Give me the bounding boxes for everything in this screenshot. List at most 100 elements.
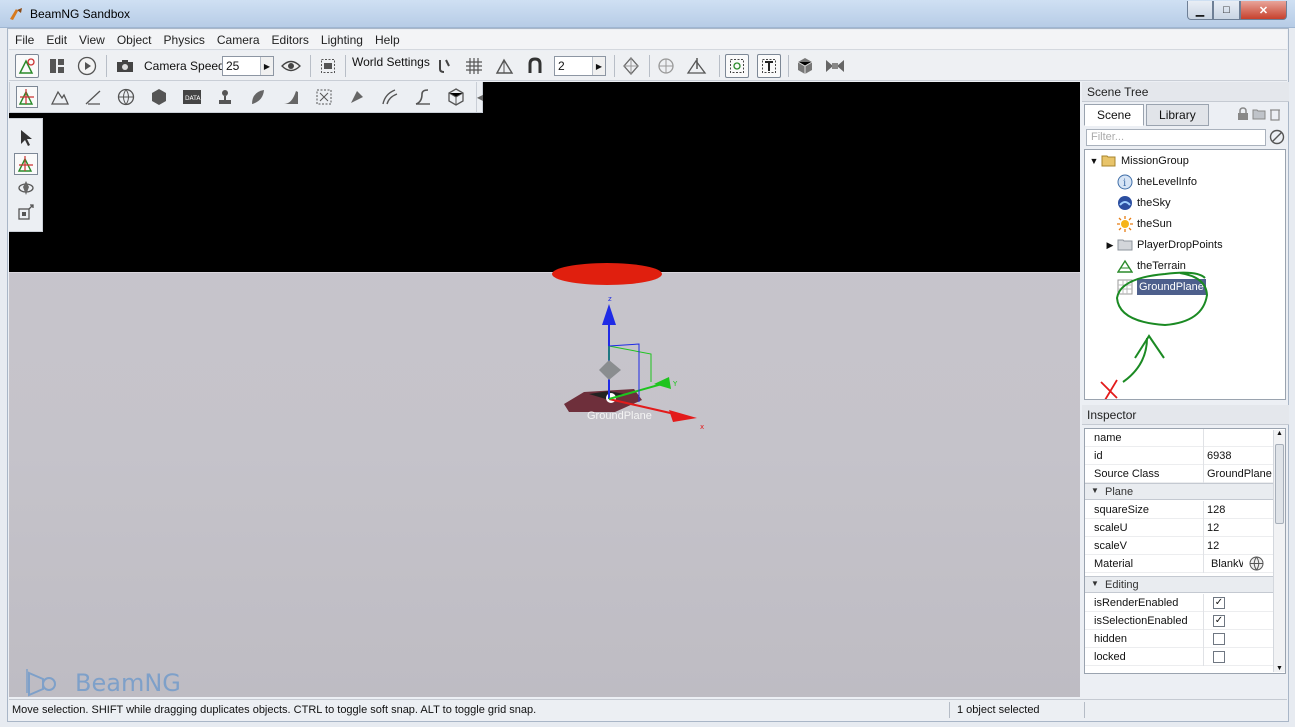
material-picker-icon[interactable] bbox=[1249, 556, 1264, 571]
delete-icon[interactable] bbox=[1269, 107, 1281, 121]
inspector-row: squareSize 128 bbox=[1085, 501, 1273, 519]
expanded-triangle-icon[interactable]: ▼ bbox=[1089, 156, 1099, 166]
scale-u-field[interactable]: 12 bbox=[1207, 522, 1273, 534]
shape-editor-tool[interactable] bbox=[445, 86, 467, 108]
visibility-button[interactable] bbox=[279, 54, 303, 78]
move-tool[interactable] bbox=[14, 153, 38, 175]
tree-item-thesky[interactable]: theSky bbox=[1117, 193, 1171, 213]
box-icon bbox=[797, 58, 813, 74]
crosshair-icon bbox=[658, 58, 674, 74]
road-editor-tool[interactable] bbox=[280, 86, 302, 108]
grid-snap-button[interactable] bbox=[462, 54, 486, 78]
material-field[interactable]: BlankW bbox=[1211, 558, 1243, 570]
menu-editors[interactable]: Editors bbox=[266, 33, 315, 47]
selection-count: 1 object selected bbox=[957, 704, 1040, 716]
screenshot-button[interactable] bbox=[316, 54, 340, 78]
menu-lighting[interactable]: Lighting bbox=[315, 33, 369, 47]
beamng-app-icon bbox=[10, 8, 22, 20]
menu-physics[interactable]: Physics bbox=[158, 33, 211, 47]
menu-camera[interactable]: Camera bbox=[211, 33, 266, 47]
tree-item-label: GroundPlane bbox=[1137, 279, 1206, 295]
menu-edit[interactable]: Edit bbox=[40, 33, 73, 47]
is-selection-enabled-checkbox[interactable]: ✓ bbox=[1213, 615, 1225, 627]
camera-button[interactable] bbox=[113, 54, 137, 78]
caret-right-icon[interactable]: ▶ bbox=[592, 57, 605, 75]
tab-library[interactable]: Library bbox=[1146, 104, 1209, 126]
center-selection-button[interactable] bbox=[654, 54, 678, 78]
drop-at-button[interactable] bbox=[685, 54, 709, 78]
tree-item-thelevelinfo[interactable]: i theLevelInfo bbox=[1117, 172, 1197, 192]
play-button[interactable] bbox=[75, 54, 99, 78]
snap-rotate-button[interactable] bbox=[433, 54, 457, 78]
tree-item-playerdroppoints[interactable]: ▶ PlayerDropPoints bbox=[1105, 235, 1223, 255]
explode-icon bbox=[826, 60, 844, 72]
unpack-prefab-button[interactable] bbox=[823, 54, 847, 78]
maximize-button[interactable]: □ bbox=[1213, 1, 1240, 20]
3d-viewport[interactable]: z x Y GroundPlane BeamNG bbox=[9, 82, 1080, 697]
sketch-tool[interactable] bbox=[148, 86, 170, 108]
mesh-road-tool[interactable] bbox=[313, 86, 335, 108]
prefab-button[interactable] bbox=[793, 54, 817, 78]
square-size-field[interactable]: 128 bbox=[1207, 504, 1273, 516]
decal-road-tool[interactable] bbox=[379, 86, 401, 108]
locked-checkbox[interactable] bbox=[1213, 651, 1225, 663]
group-plane-header[interactable]: ▼ Plane bbox=[1085, 483, 1273, 500]
new-folder-icon[interactable] bbox=[1252, 107, 1266, 121]
menu-object[interactable]: Object bbox=[111, 33, 158, 47]
tree-item-missiongroup[interactable]: ▼ MissionGroup bbox=[1089, 151, 1189, 171]
screenshot-icon bbox=[321, 59, 335, 73]
snap-size-input[interactable]: 2 ▶ bbox=[554, 56, 606, 76]
scroll-up-icon[interactable]: ▲ bbox=[1276, 430, 1283, 437]
collapse-toolbar-icon[interactable]: ◀ bbox=[476, 82, 483, 112]
tab-scene[interactable]: Scene bbox=[1084, 104, 1145, 126]
menu-help[interactable]: Help bbox=[369, 33, 406, 47]
tree-item-thesun[interactable]: theSun bbox=[1117, 214, 1172, 234]
inspector-row: Source Class GroundPlane bbox=[1085, 465, 1273, 483]
forest-editor-tool[interactable] bbox=[247, 86, 269, 108]
menu-view[interactable]: View bbox=[73, 33, 111, 47]
lock-icon[interactable] bbox=[1237, 107, 1249, 121]
navmesh-tool[interactable] bbox=[412, 86, 434, 108]
clear-filter-icon[interactable] bbox=[1269, 129, 1285, 145]
grid-icon bbox=[466, 58, 482, 74]
object-icons-toggle[interactable] bbox=[725, 54, 749, 78]
is-render-enabled-checkbox[interactable]: ✓ bbox=[1213, 597, 1225, 609]
menu-file[interactable]: File bbox=[9, 33, 40, 47]
terrain-snap-button[interactable] bbox=[493, 54, 517, 78]
scroll-down-icon[interactable]: ▼ bbox=[1276, 665, 1283, 672]
material-editor-tool[interactable] bbox=[115, 86, 137, 108]
caret-right-icon[interactable]: ▶ bbox=[260, 57, 273, 75]
object-bounds-button[interactable] bbox=[619, 54, 643, 78]
scale-tool[interactable] bbox=[14, 201, 38, 223]
terrain-editor-tool[interactable] bbox=[49, 86, 71, 108]
close-button[interactable]: ✕ bbox=[1240, 1, 1287, 20]
world-settings-label[interactable]: World Settings bbox=[352, 55, 430, 69]
object-text-toggle[interactable] bbox=[757, 54, 781, 78]
tree-item-groundplane[interactable]: GroundPlane bbox=[1117, 277, 1206, 297]
camera-speed-input[interactable]: 25 ▶ bbox=[222, 56, 274, 76]
inspector-scrollbar[interactable]: ▲ ▼ bbox=[1273, 430, 1285, 672]
particle-editor-tool[interactable] bbox=[214, 86, 236, 108]
world-editor-button[interactable] bbox=[15, 54, 39, 78]
collapsed-triangle-icon[interactable]: ▶ bbox=[1105, 240, 1115, 250]
rotate-tool[interactable] bbox=[14, 177, 38, 199]
tree-item-theterrain[interactable]: theTerrain bbox=[1117, 256, 1186, 276]
gui-editor-icon bbox=[50, 59, 64, 73]
scene-filter-input[interactable]: Filter... bbox=[1086, 129, 1266, 146]
hidden-checkbox[interactable] bbox=[1213, 633, 1225, 645]
river-editor-tool[interactable] bbox=[346, 86, 368, 108]
source-class-value: GroundPlane bbox=[1207, 468, 1272, 480]
datablock-editor-tool[interactable]: DATA bbox=[181, 86, 203, 108]
group-editing-header[interactable]: ▼ Editing bbox=[1085, 576, 1273, 593]
soft-snap-button[interactable] bbox=[523, 54, 547, 78]
terrain-painter-tool[interactable] bbox=[82, 86, 104, 108]
group-label: Editing bbox=[1105, 579, 1139, 591]
scroll-thumb[interactable] bbox=[1275, 444, 1284, 524]
gui-editor-button[interactable] bbox=[45, 54, 69, 78]
object-editor-tool[interactable] bbox=[16, 86, 38, 108]
minimize-button[interactable]: ▁ bbox=[1187, 1, 1213, 20]
field-name: hidden bbox=[1094, 633, 1128, 645]
scale-v-field[interactable]: 12 bbox=[1207, 540, 1273, 552]
select-tool[interactable] bbox=[14, 127, 38, 149]
group-label: Plane bbox=[1105, 486, 1134, 498]
